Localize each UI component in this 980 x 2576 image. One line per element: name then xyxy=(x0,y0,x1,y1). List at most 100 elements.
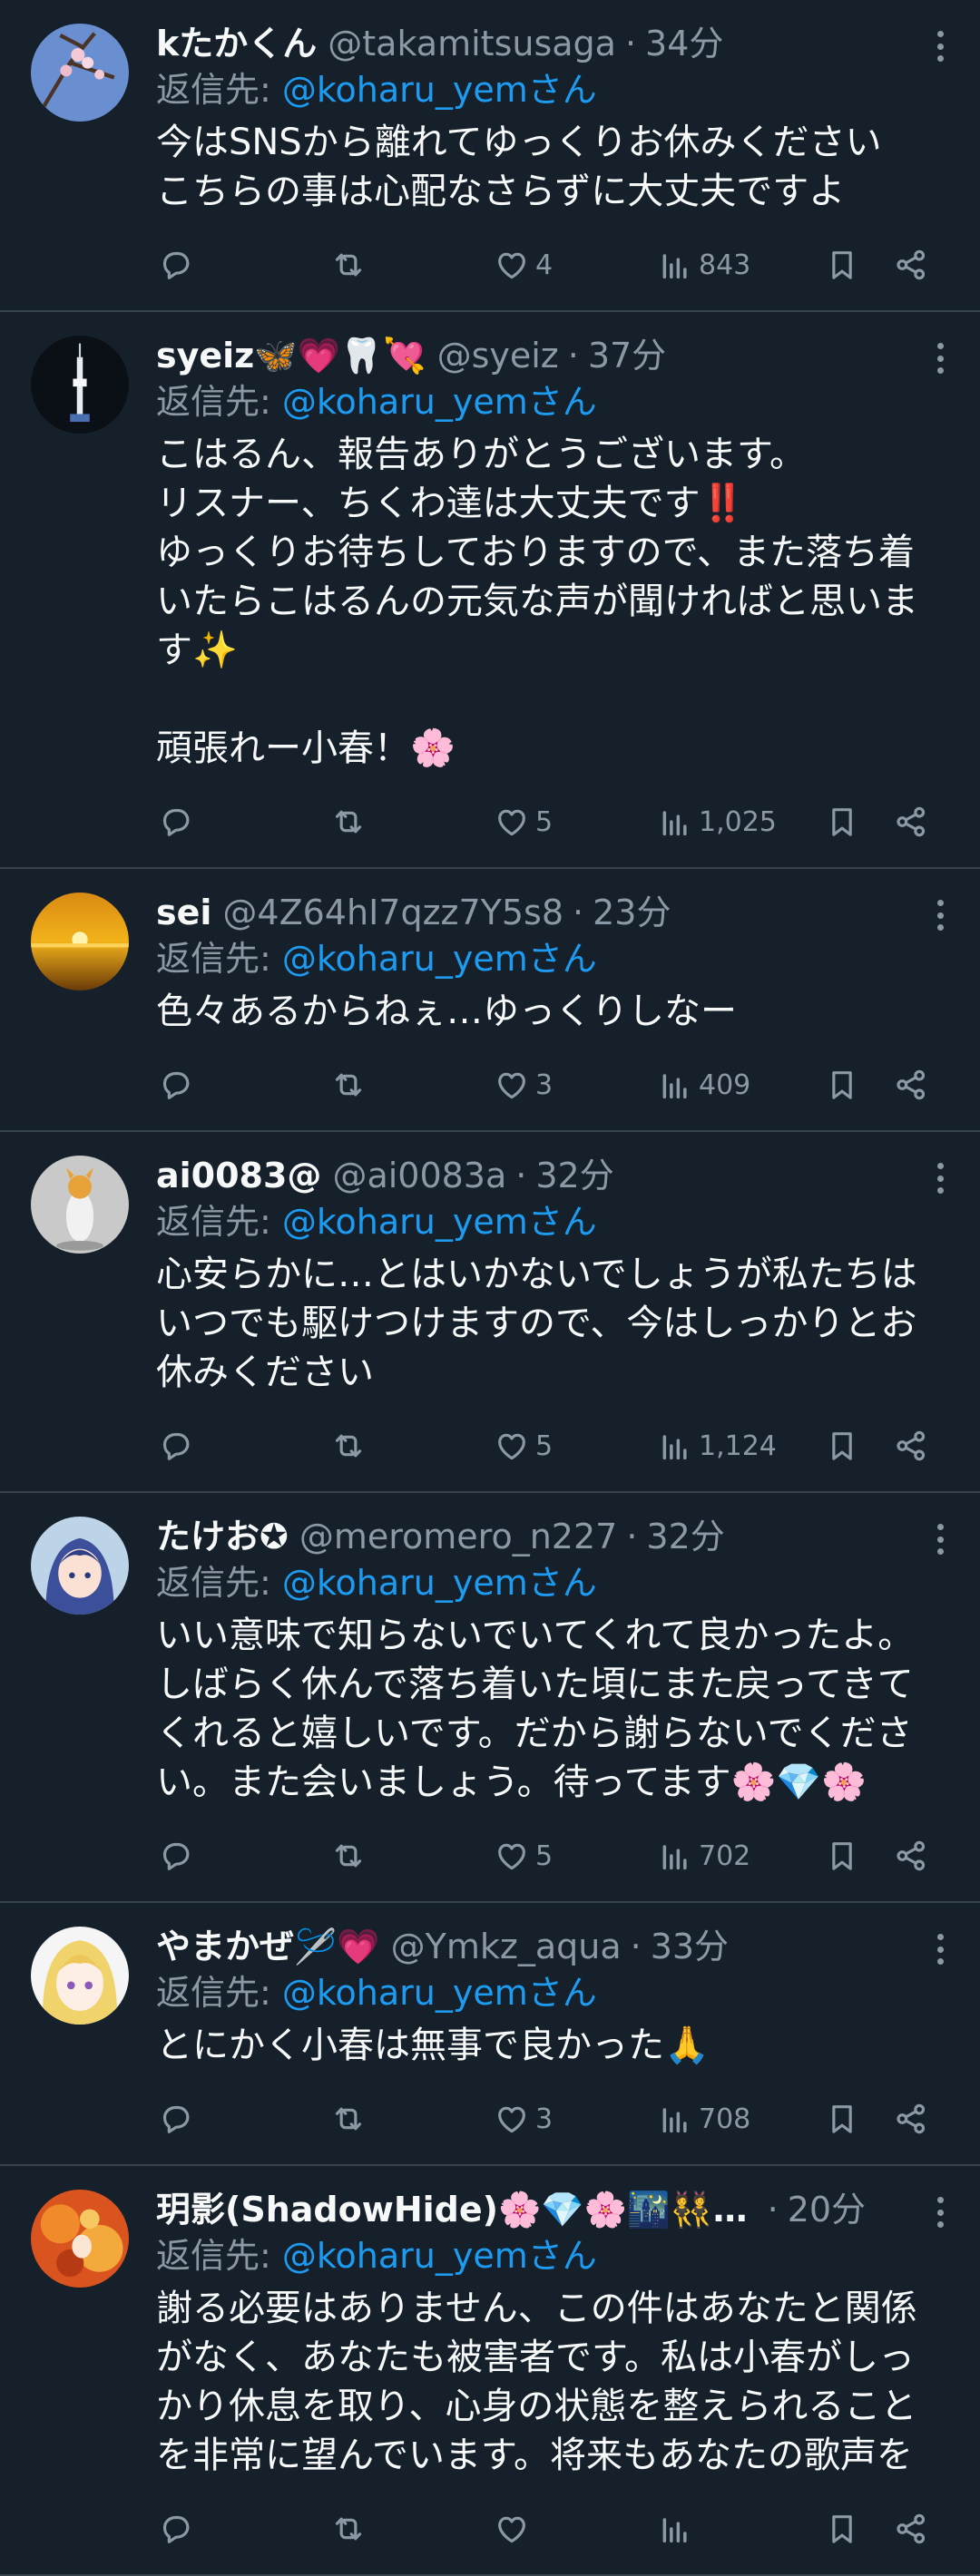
display-name[interactable]: kたかくん xyxy=(156,23,317,64)
reply-mention-link[interactable]: @koharu_yemさん xyxy=(282,1563,597,1603)
views-button[interactable] xyxy=(657,2511,824,2547)
display-name[interactable]: sei xyxy=(156,892,211,933)
bookmark-button[interactable] xyxy=(824,247,893,283)
reply-button[interactable] xyxy=(156,1067,330,1103)
bookmark-button[interactable] xyxy=(824,804,893,840)
display-name[interactable]: syeiz🦋💗🦷💘 xyxy=(156,335,426,376)
avatar[interactable] xyxy=(31,336,129,434)
views-button[interactable]: 1,025 xyxy=(657,804,824,840)
views-button[interactable]: 1,124 xyxy=(657,1428,824,1464)
share-button[interactable] xyxy=(893,1428,929,1464)
user-handle[interactable]: @Ymkz_aqua xyxy=(391,1926,622,1967)
share-button[interactable] xyxy=(893,1838,929,1874)
like-button[interactable]: 5 xyxy=(494,1838,657,1874)
share-button[interactable] xyxy=(893,2511,929,2547)
avatar[interactable] xyxy=(31,1517,129,1615)
user-handle[interactable]: @meromero_n227 xyxy=(299,1516,617,1557)
tweet-content: sei @4Z64hI7qzz7Y5s8 · 23分 返信先: @koharu_… xyxy=(156,891,947,1130)
display-name[interactable]: やまかぜ🪡💗 xyxy=(156,1926,380,1967)
like-button[interactable]: 3 xyxy=(494,1067,657,1103)
bookmark-button[interactable] xyxy=(824,1838,893,1874)
reply-button[interactable] xyxy=(156,2511,330,2547)
retweet-button[interactable] xyxy=(330,2511,494,2547)
display-name[interactable]: たけお✪ xyxy=(156,1516,289,1557)
user-handle[interactable]: @4Z64hI7qzz7Y5s8 xyxy=(222,892,564,933)
retweet-button[interactable] xyxy=(330,804,494,840)
retweet-button[interactable] xyxy=(330,1067,494,1103)
timestamp[interactable]: 32分 xyxy=(646,1516,724,1557)
display-name[interactable]: ai0083@ xyxy=(156,1155,321,1196)
avatar[interactable] xyxy=(31,2190,129,2288)
like-button[interactable]: 3 xyxy=(494,2101,657,2137)
share-button[interactable] xyxy=(893,2101,929,2137)
timestamp[interactable]: 34分 xyxy=(645,23,723,64)
reply-mention-link[interactable]: @koharu_yemさん xyxy=(282,70,597,110)
display-name[interactable]: 玥影(ShadowHide)🌸💎🌸🌃👯… xyxy=(156,2189,748,2230)
reply-to-line: 返信先: @koharu_yemさん xyxy=(156,377,947,426)
tweet[interactable]: kたかくん @takamitsusaga · 34分 返信先: @koharu_… xyxy=(0,0,980,312)
share-button[interactable] xyxy=(893,1067,929,1103)
avatar[interactable] xyxy=(31,1927,129,2025)
avatar[interactable] xyxy=(31,1156,129,1254)
retweet-button[interactable] xyxy=(330,1838,494,1874)
bookmark-button[interactable] xyxy=(824,2511,893,2547)
tweet[interactable]: やまかぜ🪡💗 @Ymkz_aqua · 33分 返信先: @koharu_yem… xyxy=(0,1903,980,2166)
action-bar: 5 702 xyxy=(156,1823,947,1901)
separator-dot: · xyxy=(567,336,579,376)
retweet-button[interactable] xyxy=(330,2101,494,2137)
separator-dot: · xyxy=(573,893,584,932)
like-button[interactable]: 5 xyxy=(494,1428,657,1464)
reply-mention-link[interactable]: @koharu_yemさん xyxy=(282,939,597,979)
reply-mention-link[interactable]: @koharu_yemさん xyxy=(282,1202,597,1242)
share-button[interactable] xyxy=(893,247,929,283)
views-button[interactable]: 702 xyxy=(657,1838,824,1874)
timestamp[interactable]: 23分 xyxy=(593,892,671,933)
more-options-icon[interactable] xyxy=(936,1524,944,1555)
more-options-icon[interactable] xyxy=(936,900,944,931)
views-count: 409 xyxy=(699,1068,751,1101)
like-button[interactable] xyxy=(494,2511,657,2547)
more-options-icon[interactable] xyxy=(936,31,944,62)
reply-button[interactable] xyxy=(156,804,330,840)
bookmark-button[interactable] xyxy=(824,1067,893,1103)
like-button[interactable]: 4 xyxy=(494,247,657,283)
views-button[interactable]: 409 xyxy=(657,1067,824,1103)
retweet-button[interactable] xyxy=(330,1428,494,1464)
more-options-icon[interactable] xyxy=(936,1163,944,1194)
tweet[interactable]: syeiz🦋💗🦷💘 @syeiz · 37分 返信先: @koharu_yemさ… xyxy=(0,312,980,869)
avatar[interactable] xyxy=(31,893,129,990)
timestamp[interactable]: 20分 xyxy=(788,2189,866,2230)
more-options-icon[interactable] xyxy=(936,1934,944,1965)
bookmark-icon xyxy=(832,808,852,836)
timestamp[interactable]: 33分 xyxy=(651,1926,729,1967)
like-button[interactable]: 5 xyxy=(494,804,657,840)
reply-button[interactable] xyxy=(156,247,330,283)
tweet[interactable]: たけお✪ @meromero_n227 · 32分 返信先: @koharu_y… xyxy=(0,1493,980,1903)
timestamp[interactable]: 37分 xyxy=(588,335,666,376)
retweet-button[interactable] xyxy=(330,247,494,283)
tweet[interactable]: ai0083@ @ai0083a · 32分 返信先: @koharu_yemさ… xyxy=(0,1132,980,1493)
tweet[interactable]: 玥影(ShadowHide)🌸💎🌸🌃👯… · 20分 返信先: @koharu_… xyxy=(0,2166,980,2576)
reply-mention-link[interactable]: @koharu_yemさん xyxy=(282,1973,597,2013)
reply-mention-link[interactable]: @koharu_yemさん xyxy=(282,382,597,422)
like-icon xyxy=(498,252,525,279)
share-button[interactable] xyxy=(893,804,929,840)
views-icon xyxy=(662,2518,687,2543)
reply-button[interactable] xyxy=(156,1428,330,1464)
timestamp[interactable]: 32分 xyxy=(535,1155,613,1196)
more-options-icon[interactable] xyxy=(936,2197,944,2228)
views-button[interactable]: 708 xyxy=(657,2101,824,2137)
reply-button[interactable] xyxy=(156,1838,330,1874)
more-options-icon[interactable] xyxy=(936,343,944,374)
avatar[interactable] xyxy=(31,24,129,122)
tweet-header: たけお✪ @meromero_n227 · 32分 xyxy=(156,1515,947,1558)
user-handle[interactable]: @ai0083a xyxy=(332,1155,506,1196)
user-handle[interactable]: @syeiz xyxy=(437,335,559,376)
reply-mention-link[interactable]: @koharu_yemさん xyxy=(282,2236,597,2276)
bookmark-button[interactable] xyxy=(824,2101,893,2137)
user-handle[interactable]: @takamitsusaga xyxy=(328,23,616,64)
reply-button[interactable] xyxy=(156,2101,330,2137)
bookmark-button[interactable] xyxy=(824,1428,893,1464)
tweet[interactable]: sei @4Z64hI7qzz7Y5s8 · 23分 返信先: @koharu_… xyxy=(0,869,980,1132)
views-button[interactable]: 843 xyxy=(657,247,824,283)
